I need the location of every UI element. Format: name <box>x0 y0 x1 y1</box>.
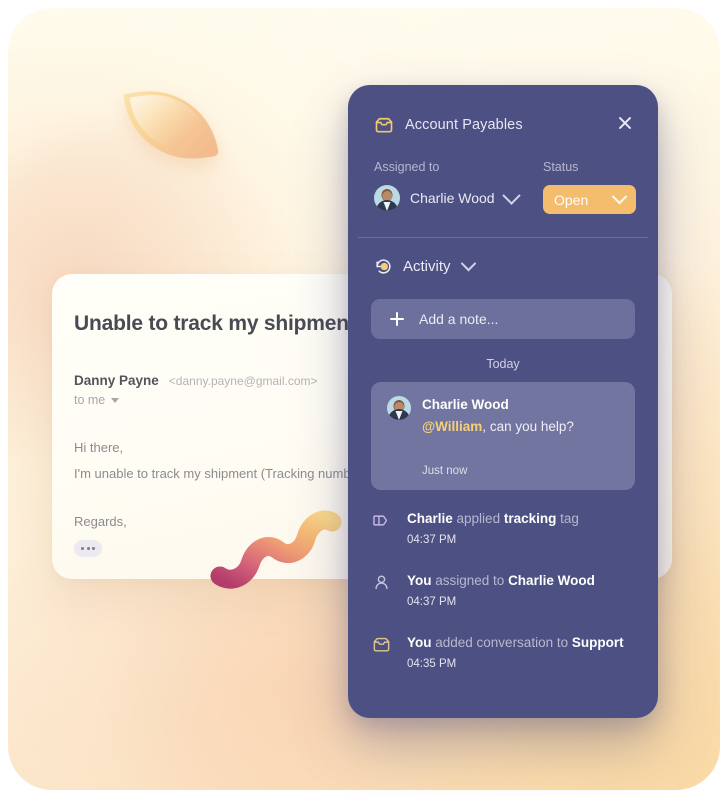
dot <box>86 547 90 550</box>
chevron-down-icon <box>460 255 476 272</box>
panel-title: Account Payables <box>405 117 523 133</box>
panel-divider <box>358 237 648 238</box>
chevron-down-icon <box>611 188 628 205</box>
assigned-to-block: Assigned to Charlie Wood <box>374 160 543 214</box>
note-body: Charlie Wood @William, can you help? <box>422 396 574 437</box>
event-actor: You <box>407 635 432 650</box>
chevron-down-icon <box>501 185 521 205</box>
event-text: Charlie applied tracking tag <box>407 510 642 527</box>
email-body-line: Hi there, <box>74 440 124 455</box>
activity-title: Activity <box>403 258 451 275</box>
email-sender-address: <danny.payne@gmail.com> <box>168 374 318 388</box>
email-from-row: Danny Payne <danny.payne@gmail.com> <box>74 372 318 390</box>
event-text: You added conversation to Support <box>407 634 642 651</box>
caret-down-icon <box>111 397 120 403</box>
panel-meta-row: Assigned to Charlie Wood Status Open <box>374 160 636 214</box>
panel-header: Account Payables <box>374 115 636 135</box>
event-target: tracking <box>503 511 557 526</box>
avatar <box>387 396 411 420</box>
dot <box>81 547 84 550</box>
person-icon <box>375 575 388 590</box>
event-verb: applied <box>452 511 504 526</box>
event-actor: You <box>407 573 432 588</box>
day-separator: Today <box>486 357 520 371</box>
email-sender-name: Danny Payne <box>74 373 159 388</box>
note-card: Charlie Wood @William, can you help? Jus… <box>371 382 635 490</box>
email-body-line: Regards, <box>74 514 127 529</box>
add-note-placeholder: Add a note... <box>419 311 499 327</box>
activity-section-toggle[interactable]: Activity <box>374 255 476 276</box>
tag-icon <box>373 515 388 526</box>
email-recipient-label: to me <box>74 393 106 407</box>
inbox-icon <box>375 117 393 133</box>
status-label: Status <box>543 160 579 174</box>
note-header: Charlie Wood @William, can you help? <box>387 396 619 437</box>
activity-history-icon <box>376 259 391 274</box>
expand-trimmed-content-button[interactable] <box>74 540 102 557</box>
event-target: Support <box>571 635 624 650</box>
mention-link[interactable]: @William <box>422 419 482 434</box>
email-body-line: I'm unable to track my shipment (Trackin… <box>74 466 363 481</box>
dot <box>92 547 95 550</box>
event-target: Charlie Wood <box>508 573 595 588</box>
conversation-details-panel: Account Payables Assigned to Charlie Woo… <box>348 85 658 718</box>
note-author: Charlie Wood <box>422 397 509 412</box>
screenshot-root: Unable to track my shipment Danny Payne <… <box>0 0 728 798</box>
event-timestamp: 04:35 PM <box>407 658 457 670</box>
assignee-name: Charlie Wood <box>410 190 495 206</box>
email-subject: Unable to track my shipment <box>74 312 356 335</box>
event-timestamp: 04:37 PM <box>407 534 457 546</box>
avatar <box>374 185 400 211</box>
activity-event-list: Charlie applied tracking tag 04:37 PM Yo… <box>372 510 642 696</box>
note-message: @William, can you help? <box>422 417 574 437</box>
status-block: Status Open <box>543 160 636 214</box>
event-suffix: tag <box>556 511 579 526</box>
list-item: You assigned to Charlie Wood 04:37 PM <box>372 572 642 612</box>
list-item: You added conversation to Support 04:35 … <box>372 634 642 674</box>
event-verb: added conversation to <box>431 635 572 650</box>
note-message-rest: , can you help? <box>482 419 574 434</box>
add-note-input[interactable]: Add a note... <box>371 299 635 339</box>
email-recipient-toggle[interactable]: to me <box>74 393 120 407</box>
assigned-to-label: Assigned to <box>374 160 440 174</box>
assignee-selector[interactable]: Charlie Wood <box>374 185 543 211</box>
inbox-icon <box>373 637 390 652</box>
status-value: Open <box>554 191 589 208</box>
event-timestamp: 04:37 PM <box>407 596 457 608</box>
event-actor: Charlie <box>407 511 453 526</box>
event-text: You assigned to Charlie Wood <box>407 572 642 589</box>
event-verb: assigned to <box>431 573 509 588</box>
plus-icon <box>390 312 404 326</box>
list-item: Charlie applied tracking tag 04:37 PM <box>372 510 642 550</box>
status-badge[interactable]: Open <box>543 185 636 214</box>
note-timestamp: Just now <box>422 465 468 477</box>
close-icon[interactable] <box>614 112 636 134</box>
